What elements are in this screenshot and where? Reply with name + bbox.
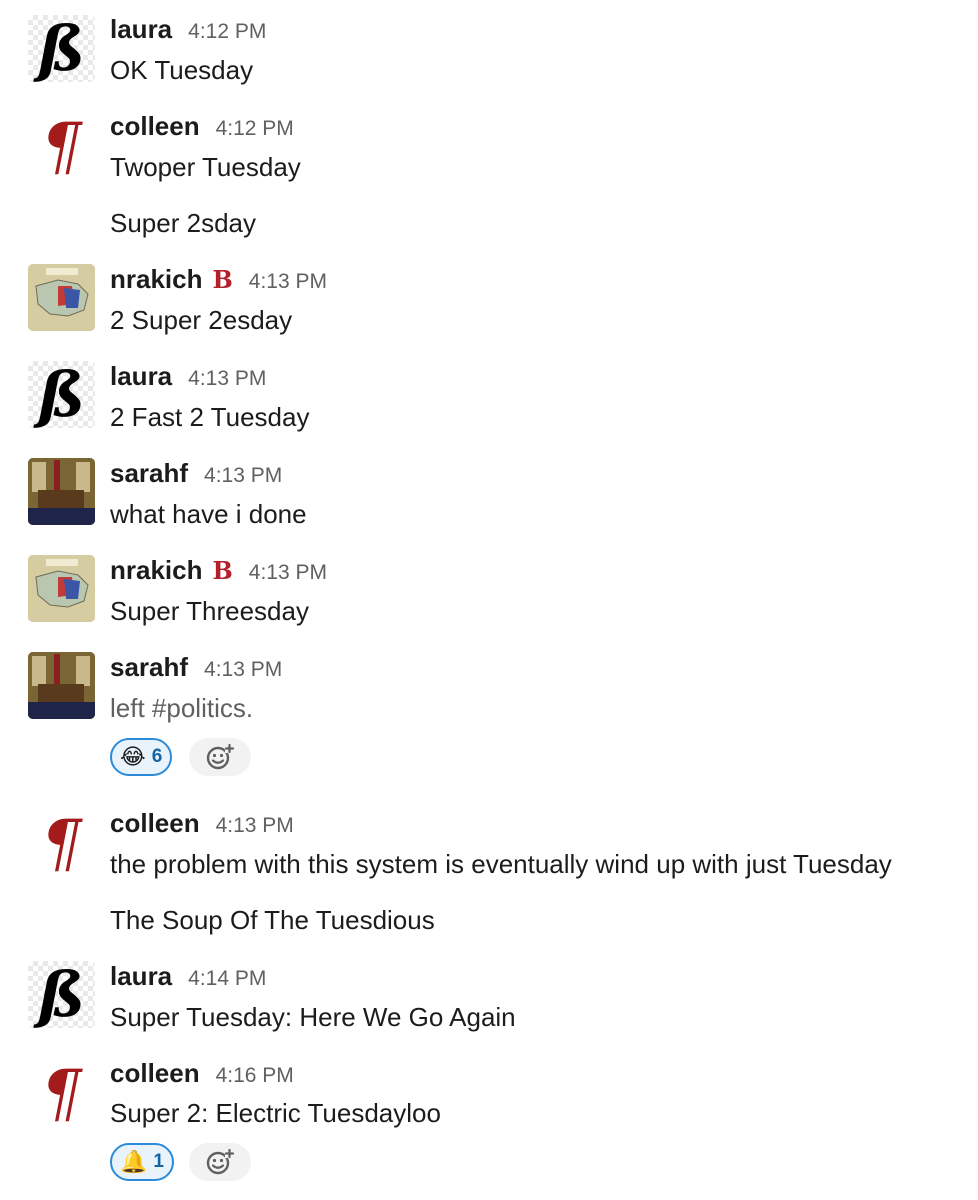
message-header: laura 4:12 PM: [110, 14, 266, 46]
red-sox-b-icon: B: [212, 556, 233, 585]
eszett-avatar-icon: ß: [37, 961, 86, 1028]
message-text: OK Tuesday: [110, 55, 254, 85]
system-message-text: left #politics.: [110, 693, 254, 723]
message-header: nrakich B 4:13 PM: [110, 264, 327, 296]
avatar[interactable]: ß: [28, 15, 95, 82]
map-avatar-icon: [28, 264, 95, 331]
timestamp[interactable]: 4:13 PM: [204, 464, 282, 488]
reaction-pill[interactable]: 😂 6: [110, 738, 173, 776]
avatar[interactable]: ¶: [28, 1060, 95, 1127]
message-text: Super 2sday: [110, 208, 256, 238]
pilcrow-avatar-icon: ¶: [41, 113, 82, 180]
oval-office-avatar-icon: [28, 652, 95, 719]
username[interactable]: colleen: [110, 1058, 200, 1089]
timestamp[interactable]: 4:13 PM: [188, 367, 266, 391]
message-header: laura 4:13 PM: [110, 361, 266, 393]
timestamp[interactable]: 4:12 PM: [188, 20, 266, 44]
add-reaction-button[interactable]: [189, 738, 251, 776]
message-text: Twoper Tuesday: [110, 152, 301, 182]
avatar[interactable]: [28, 458, 95, 525]
message-header: sarahf 4:13 PM: [110, 652, 282, 684]
message-text: the problem with this system is eventual…: [110, 849, 892, 879]
message-text: The Soup Of The Tuesdious: [110, 905, 435, 935]
username[interactable]: laura: [110, 361, 172, 392]
oval-office-avatar-icon: [28, 458, 95, 525]
username[interactable]: sarahf: [110, 652, 188, 683]
timestamp[interactable]: 4:13 PM: [249, 561, 327, 585]
add-emoji-icon: [206, 743, 235, 770]
username[interactable]: laura: [110, 961, 172, 992]
avatar[interactable]: ß: [28, 961, 95, 1028]
timestamp[interactable]: 4:14 PM: [188, 967, 266, 991]
add-emoji-icon: [206, 1148, 235, 1175]
message-text: Super Tuesday: Here We Go Again: [110, 1002, 516, 1032]
avatar[interactable]: [28, 555, 95, 622]
timestamp[interactable]: 4:12 PM: [216, 117, 294, 141]
add-reaction-button[interactable]: [189, 1143, 251, 1181]
timestamp[interactable]: 4:13 PM: [204, 658, 282, 682]
username[interactable]: laura: [110, 14, 172, 45]
reaction-count: 1: [153, 1151, 164, 1172]
username[interactable]: colleen: [110, 808, 200, 839]
timestamp[interactable]: 4:13 PM: [249, 270, 327, 294]
message-header: nrakich B 4:13 PM: [110, 555, 327, 587]
message-header: sarahf 4:13 PM: [110, 458, 282, 490]
username[interactable]: nrakich: [110, 264, 203, 295]
pilcrow-avatar-icon: ¶: [41, 1060, 82, 1127]
bell-emoji-icon: 🔔: [120, 1149, 148, 1174]
pilcrow-avatar-icon: ¶: [41, 810, 82, 877]
reaction-pill[interactable]: 🔔 1: [110, 1143, 174, 1181]
username[interactable]: colleen: [110, 111, 200, 142]
message-header: colleen 4:12 PM: [110, 111, 294, 143]
joy-emoji-icon: 😂: [120, 744, 146, 769]
message-header: laura 4:14 PM: [110, 961, 266, 993]
red-sox-b-icon: B: [212, 265, 233, 294]
message-text: 2 Fast 2 Tuesday: [110, 402, 310, 432]
timestamp[interactable]: 4:13 PM: [216, 814, 294, 838]
avatar[interactable]: [28, 264, 95, 331]
avatar[interactable]: ¶: [28, 113, 95, 180]
avatar[interactable]: ¶: [28, 810, 95, 877]
message-header: colleen 4:16 PM: [110, 1058, 294, 1090]
username[interactable]: nrakich: [110, 555, 203, 586]
timestamp[interactable]: 4:16 PM: [216, 1064, 294, 1088]
username[interactable]: sarahf: [110, 458, 188, 489]
eszett-avatar-icon: ß: [37, 15, 86, 82]
message-text: what have i done: [110, 499, 307, 529]
avatar[interactable]: ß: [28, 361, 95, 428]
reaction-count: 6: [151, 746, 163, 767]
message-text: Super Threesday: [110, 596, 309, 626]
message-header: colleen 4:13 PM: [110, 808, 294, 840]
eszett-avatar-icon: ß: [37, 361, 86, 428]
message-text: Super 2: Electric Tuesdayloo: [110, 1098, 441, 1128]
map-avatar-icon: [28, 555, 95, 622]
message-text: 2 Super 2esday: [110, 305, 293, 335]
avatar[interactable]: [28, 652, 95, 719]
